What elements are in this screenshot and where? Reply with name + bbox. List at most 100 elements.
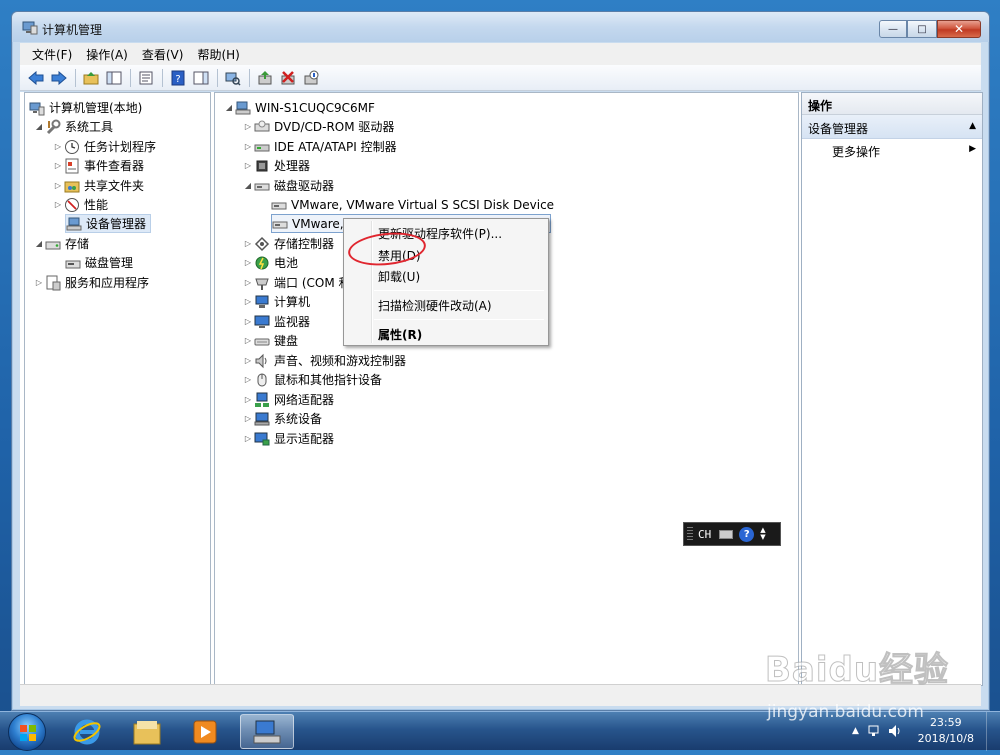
device-category-computer[interactable]: ▷ 计算机	[242, 292, 310, 311]
menu-action[interactable]: 操作(A)	[86, 46, 128, 63]
expand-arrow-icon[interactable]: ▷	[242, 336, 254, 345]
tree-item-services-and-applications[interactable]: ▷ 服务和应用程序	[33, 273, 149, 292]
device-category-sound[interactable]: ▷ 声音、视频和游戏控制器	[242, 351, 406, 370]
forward-icon[interactable]	[49, 68, 69, 88]
expand-arrow-icon[interactable]: ▷	[242, 317, 254, 326]
back-icon[interactable]	[26, 68, 46, 88]
properties-icon[interactable]	[136, 68, 156, 88]
collapse-arrow-icon[interactable]: ◢	[33, 122, 45, 131]
actions-section-device-manager[interactable]: 设备管理器 ▲	[802, 115, 982, 139]
device-tree-host[interactable]: ◢ WIN-S1CUQC9C6MF	[223, 98, 375, 117]
computer-management-icon	[29, 100, 45, 116]
toolbar-separator	[249, 68, 250, 87]
expand-arrow-icon[interactable]: ▷	[242, 395, 254, 404]
expand-arrow-icon[interactable]: ▷	[242, 161, 254, 170]
speaker-icon	[254, 353, 270, 369]
expand-arrow-icon[interactable]: ▷	[242, 278, 254, 287]
uninstall-device-icon[interactable]	[278, 68, 298, 88]
expand-arrow-icon[interactable]: ▷	[52, 181, 64, 190]
baidu-jingyan-watermark: Baidu经验 jingyan.baidu.com	[764, 642, 1000, 732]
expand-arrow-icon[interactable]: ▷	[52, 142, 64, 151]
device-category-mice[interactable]: ▷ 鼠标和其他指针设备	[242, 370, 382, 389]
taskbar-file-explorer[interactable]	[120, 714, 174, 749]
ime-language-bar[interactable]: CH ? ▲ ▼	[683, 522, 781, 546]
keyboard-icon[interactable]	[719, 529, 734, 539]
expand-arrow-icon[interactable]: ▷	[52, 200, 64, 209]
device-category-dvd[interactable]: ▷ DVD/CD-ROM 驱动器	[242, 117, 394, 136]
expand-arrow-icon[interactable]: ▷	[242, 142, 254, 151]
device-category-display-adapters[interactable]: ▷ 显示适配器	[242, 429, 334, 448]
start-button[interactable]	[8, 713, 46, 751]
expand-arrow-icon[interactable]: ▷	[242, 258, 254, 267]
expand-arrow-icon[interactable]: ▷	[33, 278, 45, 287]
watermark-url: jingyan.baidu.com	[767, 702, 924, 722]
taskbar-internet-explorer[interactable]	[60, 714, 114, 749]
taskbar-media-player[interactable]	[178, 714, 232, 749]
disable-device-icon[interactable]	[301, 68, 321, 88]
storage-icon	[45, 236, 61, 252]
drag-grip-icon[interactable]	[687, 527, 693, 542]
minimize-button[interactable]: —	[879, 20, 907, 38]
device-category-disk-drives[interactable]: ◢ 磁盘驱动器	[242, 176, 334, 195]
options-arrows-icon[interactable]: ▲ ▼	[760, 527, 765, 541]
expand-arrow-icon[interactable]: ▷	[242, 297, 254, 306]
submenu-arrow-icon: ▶	[969, 144, 976, 154]
context-menu-separator	[374, 319, 544, 320]
device-category-ide[interactable]: ▷ IDE ATA/ATAPI 控制器	[242, 137, 397, 156]
help-icon[interactable]: ?	[168, 68, 188, 88]
collapse-arrow-icon[interactable]: ◢	[242, 181, 254, 190]
more-actions-item[interactable]: 更多操作 ▶	[832, 143, 982, 160]
tree-item-storage[interactable]: ◢ 存储	[33, 234, 89, 253]
tree-item-disk-management[interactable]: 磁盘管理	[65, 253, 133, 272]
device-category-system-devices[interactable]: ▷ 系统设备	[242, 409, 322, 428]
context-menu-scan-hardware[interactable]: 扫描检测硬件改动(A)	[378, 297, 492, 314]
tree-item-computer-management-local[interactable]: 计算机管理(本地)	[29, 98, 142, 117]
monitor-icon	[254, 314, 270, 330]
expand-arrow-icon[interactable]: ▷	[242, 122, 254, 131]
help-icon[interactable]: ?	[739, 526, 755, 542]
taskbar-computer-management[interactable]	[240, 714, 294, 749]
expand-arrow-icon[interactable]: ▷	[52, 161, 64, 170]
device-disk-vmware-1[interactable]: VMware, VMware Virtual S SCSI Disk Devic…	[271, 195, 554, 214]
toolbar-separator	[75, 68, 76, 87]
tree-item-shared-folders[interactable]: ▷ 共享文件夹	[52, 176, 144, 195]
toolbar-separator	[130, 68, 131, 87]
collapse-arrow-icon[interactable]: ◢	[223, 103, 235, 112]
tree-item-performance[interactable]: ▷ 性能	[52, 195, 108, 214]
menu-view[interactable]: 查看(V)	[142, 46, 184, 63]
tree-item-task-scheduler[interactable]: ▷ 任务计划程序	[52, 137, 156, 156]
title-bar[interactable]: 计算机管理 — □ ✕	[12, 12, 989, 42]
computer-management-window: 计算机管理 — □ ✕ 文件(F) 操作(A) 查看(V) 帮助(H) ? 计算…	[11, 11, 990, 711]
device-category-ports[interactable]: ▷ 端口 (COM 和	[242, 273, 351, 292]
device-category-battery[interactable]: ▷ 电池	[242, 253, 298, 272]
expand-arrow-icon[interactable]: ▷	[242, 239, 254, 248]
context-menu-properties[interactable]: 属性(R)	[378, 326, 422, 343]
menu-file[interactable]: 文件(F)	[32, 46, 72, 63]
input-language-label[interactable]: CH	[698, 528, 711, 541]
device-category-storage-controllers[interactable]: ▷ 存储控制器	[242, 234, 334, 253]
device-category-keyboards[interactable]: ▷ 键盘	[242, 331, 298, 350]
context-menu-uninstall[interactable]: 卸载(U)	[378, 268, 420, 285]
expand-arrow-icon[interactable]: ▷	[242, 414, 254, 423]
close-button[interactable]: ✕	[937, 20, 981, 38]
expand-arrow-icon[interactable]: ▷	[242, 375, 254, 384]
scan-hardware-icon[interactable]	[223, 68, 243, 88]
console-tree-icon[interactable]	[104, 68, 124, 88]
device-category-processor[interactable]: ▷ 处理器	[242, 156, 310, 175]
collapse-triangle-icon[interactable]: ▲	[969, 121, 976, 131]
tree-item-device-manager[interactable]: 设备管理器	[65, 214, 152, 233]
menu-help[interactable]: 帮助(H)	[197, 46, 239, 63]
tree-item-event-viewer[interactable]: ▷ 事件查看器	[52, 156, 144, 175]
collapse-arrow-icon[interactable]: ◢	[33, 239, 45, 248]
maximize-button[interactable]: □	[907, 20, 937, 38]
show-hide-action-pane-icon[interactable]	[191, 68, 211, 88]
expand-arrow-icon[interactable]: ▷	[242, 356, 254, 365]
tree-item-system-tools[interactable]: ◢ 系统工具	[33, 117, 113, 136]
update-driver-icon[interactable]	[255, 68, 275, 88]
network-adapter-icon	[254, 392, 270, 408]
device-category-monitors[interactable]: ▷ 监视器	[242, 312, 310, 331]
window-title: 计算机管理	[42, 23, 103, 37]
up-folder-icon[interactable]	[81, 68, 101, 88]
expand-arrow-icon[interactable]: ▷	[242, 434, 254, 443]
device-category-network[interactable]: ▷ 网络适配器	[242, 390, 334, 409]
